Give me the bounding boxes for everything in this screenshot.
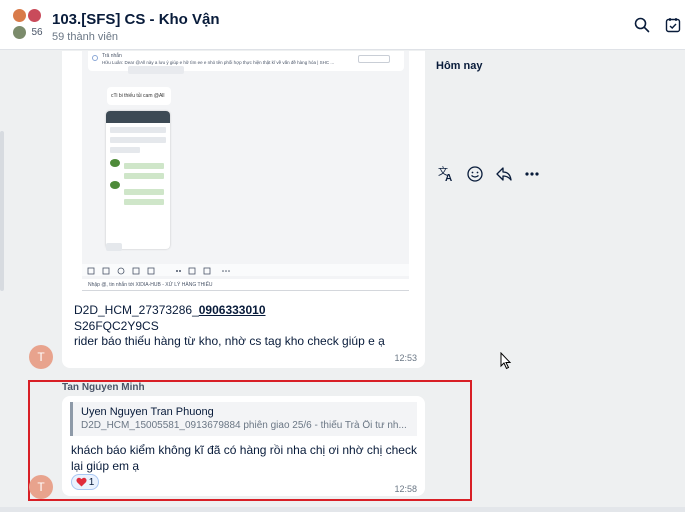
product-image (110, 181, 120, 189)
attached-screenshot[interactable]: Trả nhắn Hữu Luân: Dear @All này a lưu ý… (82, 51, 409, 291)
message-line: rider báo thiếu hàng từ kho, nhờ cs tag … (74, 334, 385, 348)
screenshot-reply-label: Trả nhắn (102, 53, 122, 59)
group-title[interactable]: 103.[SFS] CS - Kho Vận (52, 11, 220, 28)
member-count: 56 (31, 27, 43, 38)
message-line: lại giúp em ạ (71, 459, 140, 473)
screenshot-input: Nhập @, tin nhắn tới XIDIA-HUB - XỬ LÝ H… (82, 279, 409, 290)
message-line: khách báo kiểm không kĩ đã có hàng rồi n… (71, 443, 417, 457)
more-icon[interactable] (522, 164, 542, 184)
reply-icon[interactable] (494, 164, 514, 184)
screenshot-reply-text: Hữu Luân: Dear @All này a lưu ý giúp e h… (102, 60, 335, 65)
sender-name[interactable]: Tan Nguyen Minh (62, 382, 145, 393)
message-actions: 文A (436, 164, 546, 184)
message-bubble[interactable]: Trả nhắn Hữu Luân: Dear @All này a lưu ý… (62, 51, 488, 368)
message-time: 12:58 (394, 484, 417, 494)
heart-icon (76, 477, 87, 487)
message-bubble[interactable]: Uyen Nguyen Tran Phuong D2D_HCM_15005581… (62, 396, 425, 496)
quote-sender: Uyen Nguyen Tran Phuong (81, 406, 214, 418)
reply-icon (92, 55, 98, 61)
scrollbar[interactable] (0, 131, 4, 291)
group-avatar[interactable]: 56 (12, 8, 46, 42)
quoted-message[interactable]: Uyen Nguyen Tran Phuong D2D_HCM_15005581… (70, 402, 417, 436)
product-image (110, 159, 120, 167)
chat-area: Trả nhắn Hữu Luân: Dear @All này a lưu ý… (0, 51, 685, 512)
screenshot-reply-header: Trả nhắn Hữu Luân: Dear @All này a lưu ý… (88, 51, 404, 74)
svg-text:A: A (445, 173, 452, 183)
avatar[interactable]: T (29, 475, 53, 499)
message-line: D2D_HCM_27373286_0906333010 (74, 303, 266, 317)
member-count-label[interactable]: 59 thành viên (52, 31, 118, 43)
avatar[interactable]: T (29, 345, 53, 369)
screenshot-chip (106, 243, 122, 251)
search-icon[interactable] (632, 15, 652, 35)
calendar-check-icon[interactable] (663, 15, 683, 35)
translate-icon[interactable]: 文A (436, 164, 456, 184)
screenshot-toolbar (82, 264, 409, 276)
member-avatar (27, 8, 42, 23)
phone-link[interactable]: 0906333010 (199, 303, 266, 317)
screenshot-chip (358, 55, 390, 63)
member-avatar (12, 8, 27, 23)
screenshot-chip (128, 66, 184, 74)
screenshot-message: cTi bi thiếu tủi cam @All (107, 87, 171, 105)
composer-edge (0, 507, 685, 512)
reaction-count: 1 (88, 476, 95, 488)
reaction-chip[interactable]: 1 (71, 474, 99, 490)
member-avatar (12, 25, 27, 40)
message-time: 12:53 (394, 353, 417, 363)
smile-icon[interactable] (465, 164, 485, 184)
mouse-cursor-icon (500, 351, 512, 370)
message-line: S26FQC2Y9CS (74, 319, 159, 333)
screenshot-phone-image (106, 111, 170, 249)
chat-header: 56 103.[SFS] CS - Kho Vận 59 thành viên (0, 0, 685, 50)
quote-text: D2D_HCM_15005581_0913679884 phiên giao 2… (81, 420, 407, 431)
date-divider: Hôm nay (431, 58, 488, 74)
